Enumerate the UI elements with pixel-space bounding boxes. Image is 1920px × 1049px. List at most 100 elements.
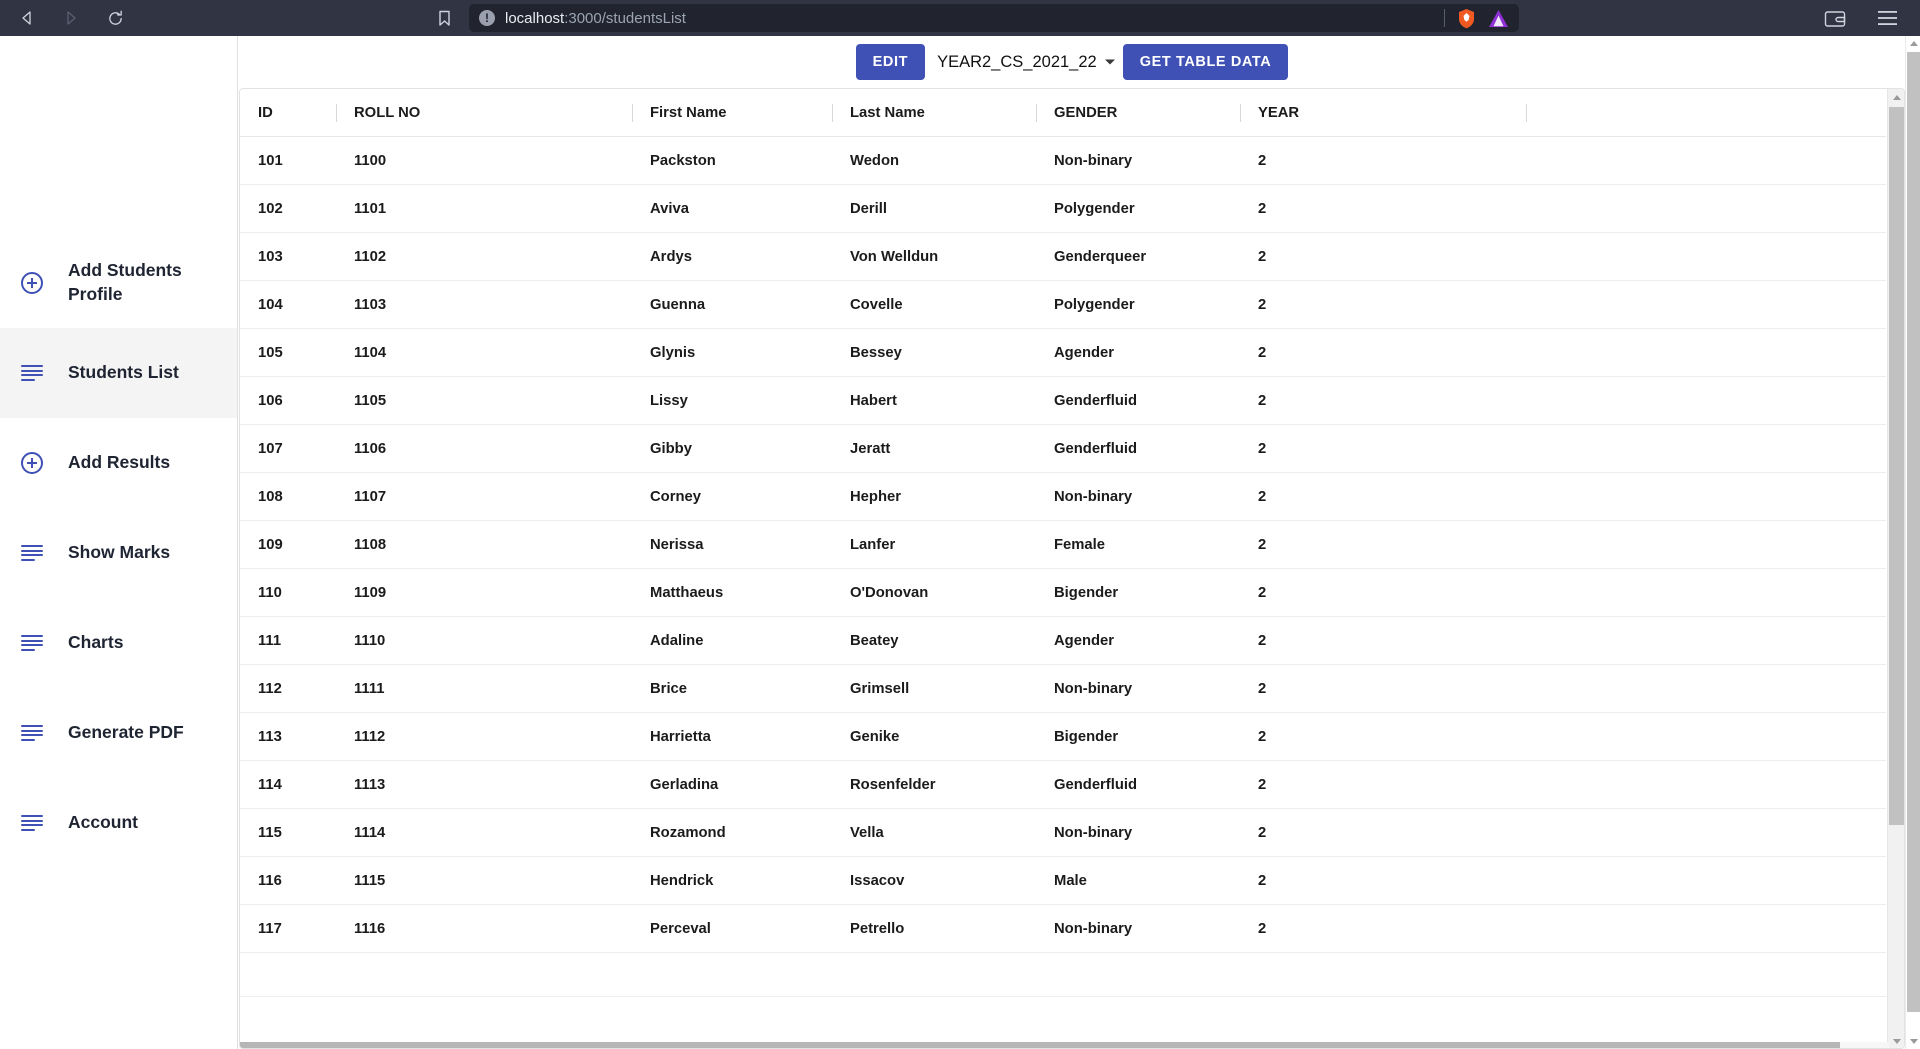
cell-extra	[1526, 856, 1886, 905]
cell-year: 2	[1240, 184, 1526, 233]
column-header-extra[interactable]	[1526, 89, 1886, 137]
cell-first-name: Guenna	[632, 280, 832, 329]
browser-menu-button[interactable]	[1874, 5, 1900, 31]
cell-first-name: Perceval	[632, 904, 832, 953]
table-row[interactable]: 103 1102 Ardys Von Welldun Genderqueer 2	[240, 232, 1886, 281]
table-row[interactable]: 104 1103 Guenna Covelle Polygender 2	[240, 280, 1886, 329]
list-icon	[21, 365, 43, 381]
cell-last-name: Habert	[832, 376, 1036, 425]
cell-roll-no	[336, 952, 632, 997]
cell-extra	[1526, 712, 1886, 761]
reload-button[interactable]	[102, 5, 128, 31]
plus-circle-icon	[21, 452, 43, 474]
address-bar-actions	[1444, 7, 1509, 29]
cell-last-name: Genike	[832, 712, 1036, 761]
cell-id: 115	[240, 808, 336, 857]
table-row[interactable]: 102 1101 Aviva Derill Polygender 2	[240, 184, 1886, 233]
column-header-roll-no[interactable]: ROLL NO	[336, 89, 632, 137]
sidebar-item-label: Add Results	[68, 452, 171, 473]
table-row[interactable]: 114 1113 Gerladina Rosenfelder Genderfluid 2	[240, 760, 1886, 809]
sidebar-item-charts[interactable]: Charts	[0, 598, 237, 688]
table-row[interactable]: 108 1107 Corney Hepher Non-binary 2	[240, 472, 1886, 521]
cell-last-name: Wedon	[832, 136, 1036, 185]
table-row[interactable]: 110 1109 Matthaeus O'Donovan Bigender 2	[240, 568, 1886, 617]
table-horizontal-scrollbar[interactable]	[240, 1042, 1889, 1048]
wallet-button[interactable]	[1822, 5, 1848, 31]
table-row[interactable]: 106 1105 Lissy Habert Genderfluid 2	[240, 376, 1886, 425]
column-divider	[1240, 103, 1241, 122]
table-row[interactable]: 105 1104 Glynis Bessey Agender 2	[240, 328, 1886, 377]
column-header-year[interactable]: YEAR	[1240, 89, 1526, 137]
page-scroll-down-button[interactable]	[1906, 1034, 1920, 1049]
extension-button[interactable]	[1487, 7, 1509, 29]
chevron-down-icon	[1909, 1039, 1918, 1044]
table-vertical-scrollbar[interactable]	[1887, 89, 1904, 1048]
cell-year: 2	[1240, 856, 1526, 905]
sidebar-item-add-results[interactable]: Add Results	[0, 418, 237, 508]
table-row[interactable]: 111 1110 Adaline Beatey Agender 2	[240, 616, 1886, 665]
edit-button[interactable]: EDIT	[855, 44, 926, 80]
cell-last-name	[832, 952, 1036, 997]
table-row[interactable]: 116 1115 Hendrick Issacov Male 2	[240, 856, 1886, 905]
sidebar-icon-slot	[12, 452, 68, 474]
table-toolbar: EDIT YEAR2_CS_2021_22 GET TABLE DATA	[239, 36, 1905, 88]
table-row[interactable]: 113 1112 Harrietta Genike Bigender 2	[240, 712, 1886, 761]
column-header-gender[interactable]: GENDER	[1036, 89, 1240, 137]
table-row[interactable]: 101 1100 Packston Wedon Non-binary 2	[240, 136, 1886, 185]
cell-first-name: Gibby	[632, 424, 832, 473]
cell-extra	[1526, 184, 1886, 233]
table-scroll-up-button[interactable]	[1888, 89, 1904, 106]
sidebar-item-account[interactable]: Account	[0, 778, 237, 868]
sidebar-item-label: Students List	[68, 362, 179, 383]
table-row[interactable]: 109 1108 Nerissa Lanfer Female 2	[240, 520, 1886, 569]
cell-gender: Polygender	[1036, 280, 1240, 329]
cell-year: 2	[1240, 424, 1526, 473]
cell-id: 112	[240, 664, 336, 713]
table-row[interactable]: 115 1114 Rozamond Vella Non-binary 2	[240, 808, 1886, 857]
addressbar-divider	[1444, 9, 1445, 27]
cell-last-name: Petrello	[832, 904, 1036, 953]
list-icon	[21, 545, 43, 561]
get-table-data-button[interactable]: GET TABLE DATA	[1122, 44, 1289, 80]
column-header-last-name[interactable]: Last Name	[832, 89, 1036, 137]
page-scrollbar-thumb[interactable]	[1907, 52, 1920, 1012]
table-row[interactable]	[240, 952, 1886, 997]
cell-roll-no: 1102	[336, 232, 632, 281]
cell-first-name: Gerladina	[632, 760, 832, 809]
sidebar-item-show-marks[interactable]: Show Marks	[0, 508, 237, 598]
table-scroll-area[interactable]: ID ROLL NO First Name Last Name GENDER Y…	[240, 89, 1904, 1048]
table-select[interactable]: YEAR2_CS_2021_22	[925, 44, 1123, 80]
cell-gender: Polygender	[1036, 184, 1240, 233]
page-scroll-up-button[interactable]	[1906, 36, 1920, 51]
cell-extra	[1526, 232, 1886, 281]
cell-year: 2	[1240, 232, 1526, 281]
table-scrollbar-thumb[interactable]	[1889, 107, 1904, 825]
cell-id: 108	[240, 472, 336, 521]
cell-extra	[1526, 520, 1886, 569]
cell-id: 114	[240, 760, 336, 809]
bookmark-button[interactable]	[431, 5, 457, 31]
address-bar[interactable]: ! localhost:3000/studentsList	[469, 4, 1519, 32]
site-info-icon[interactable]: !	[479, 10, 495, 26]
table-row[interactable]: 117 1116 Perceval Petrello Non-binary 2	[240, 904, 1886, 953]
column-header-first-name[interactable]: First Name	[632, 89, 832, 137]
sidebar-item-students-list[interactable]: Students List	[0, 328, 237, 418]
cell-extra	[1526, 136, 1886, 185]
cell-year: 2	[1240, 280, 1526, 329]
table-scroll-down-button[interactable]	[1888, 1033, 1904, 1048]
page-vertical-scrollbar[interactable]	[1905, 36, 1920, 1049]
forward-button[interactable]	[58, 5, 84, 31]
table-horizontal-scrollbar-thumb[interactable]	[240, 1042, 1840, 1048]
sidebar-icon-slot	[12, 725, 68, 741]
table-row[interactable]: 112 1111 Brice Grimsell Non-binary 2	[240, 664, 1886, 713]
table-row[interactable]: 107 1106 Gibby Jeratt Genderfluid 2	[240, 424, 1886, 473]
back-button[interactable]	[14, 5, 40, 31]
cell-year: 2	[1240, 568, 1526, 617]
sidebar-item-generate-pdf[interactable]: Generate PDF	[0, 688, 237, 778]
cell-extra	[1526, 376, 1886, 425]
column-header-id[interactable]: ID	[240, 89, 336, 137]
brave-shields-button[interactable]	[1455, 7, 1477, 29]
sidebar-item-add-students-profile[interactable]: Add Students Profile	[0, 238, 237, 328]
cell-gender: Non-binary	[1036, 472, 1240, 521]
cell-extra	[1526, 904, 1886, 953]
